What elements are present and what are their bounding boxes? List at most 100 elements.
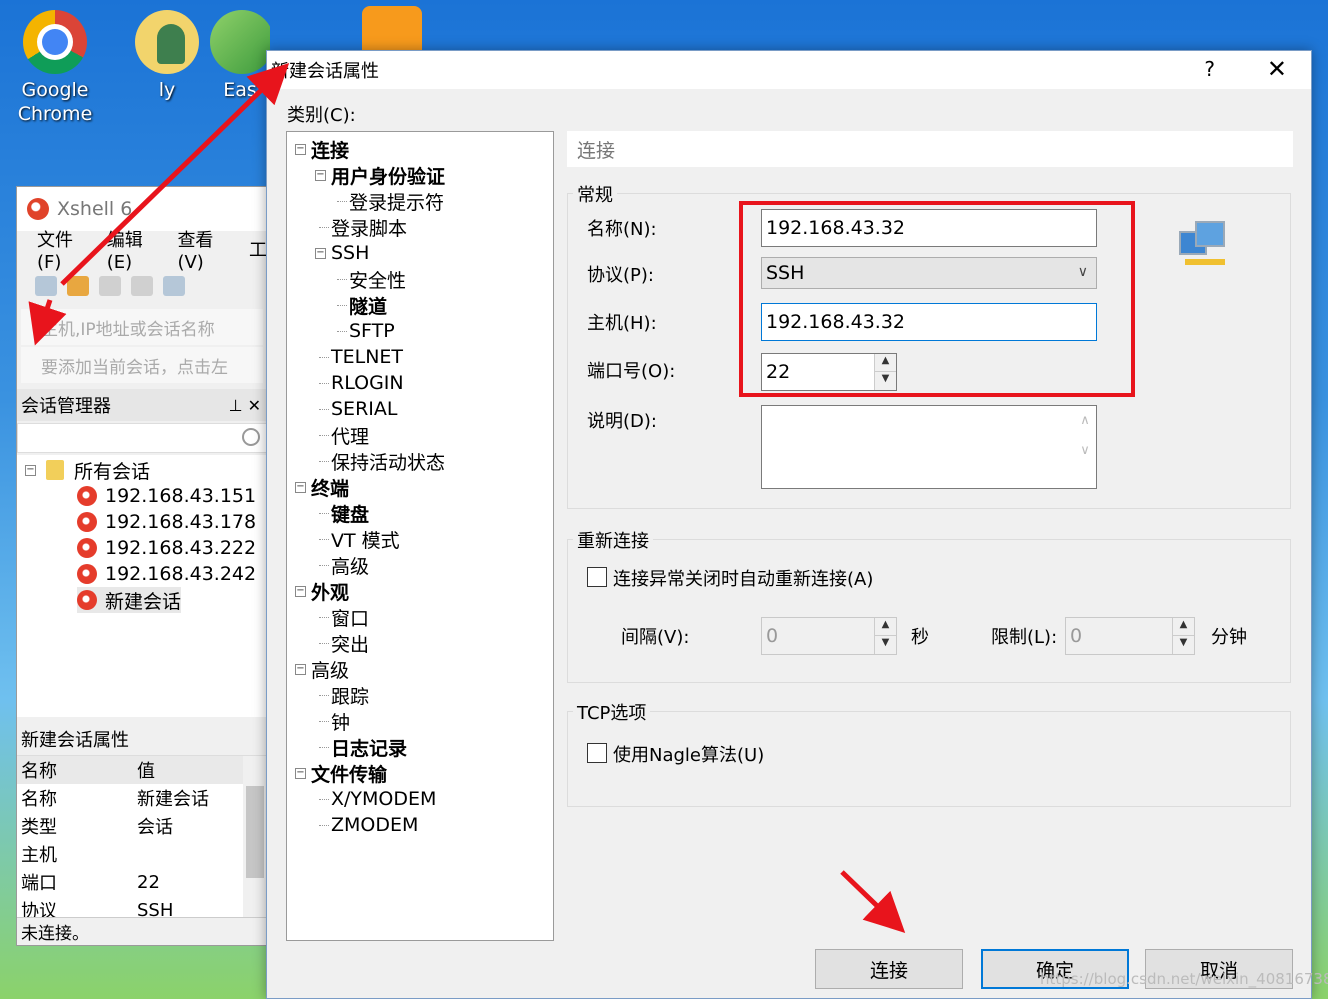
category-item[interactable]: 隧道 xyxy=(349,292,387,318)
category-item[interactable]: 登录提示符 xyxy=(349,188,444,214)
hint-bar: 要添加当前会话，点击左 xyxy=(21,347,263,383)
name-label: 名称(N): xyxy=(587,219,657,240)
close-button[interactable]: ✕ xyxy=(1267,55,1287,83)
desktop-icon-easy[interactable]: Eas xyxy=(210,10,270,102)
category-item[interactable]: 终端 xyxy=(311,474,349,500)
collapse-icon[interactable]: − xyxy=(295,586,306,597)
tree-root[interactable]: − 所有会话 xyxy=(25,457,150,483)
collapse-icon[interactable]: − xyxy=(295,664,306,675)
reconnect-icon[interactable] xyxy=(99,276,121,296)
status-bar: 未连接。 xyxy=(17,917,267,945)
category-item[interactable]: RLOGIN xyxy=(331,370,404,396)
open-folder-icon[interactable] xyxy=(67,276,89,296)
spin-down-icon[interactable]: ▼ xyxy=(1173,636,1194,654)
help-button[interactable]: ? xyxy=(1204,57,1215,81)
address-bar[interactable]: 主机,IP地址或会话名称 xyxy=(21,309,263,345)
limit-value: 0 xyxy=(1070,625,1083,647)
category-item[interactable]: 日志记录 xyxy=(331,734,407,760)
category-item[interactable]: 键盘 xyxy=(331,500,369,526)
easy-app-icon xyxy=(210,10,270,74)
folder-icon xyxy=(46,460,64,480)
interval-input[interactable]: 0 ▲ ▼ xyxy=(761,617,897,655)
disconnect-icon[interactable] xyxy=(131,276,153,296)
collapse-icon[interactable]: − xyxy=(295,768,306,779)
category-item[interactable]: ZMODEM xyxy=(331,812,418,838)
spin-up-icon[interactable]: ▲ xyxy=(1173,618,1194,636)
props-scrollbar[interactable] xyxy=(243,756,267,924)
category-item[interactable]: 高级 xyxy=(331,552,369,578)
collapse-icon[interactable]: − xyxy=(315,248,326,259)
category-item[interactable]: 安全性 xyxy=(349,266,406,292)
prop-key: 主机 xyxy=(21,845,57,866)
session-icon xyxy=(77,512,97,532)
scroll-thumb[interactable] xyxy=(246,786,264,878)
tree-connector xyxy=(319,409,329,410)
session-manager-title: 会话管理器 xyxy=(21,396,111,417)
category-item[interactable]: 突出 xyxy=(331,630,369,656)
session-item-selected[interactable]: 新建会话 xyxy=(77,587,182,613)
session-item[interactable]: 192.168.43.222 xyxy=(77,535,256,561)
desktop-icon-chrome[interactable]: Google Chrome xyxy=(10,10,100,126)
category-item[interactable]: TELNET xyxy=(331,344,403,370)
pin-close-icons[interactable]: ⊥ ✕ xyxy=(229,396,261,415)
menu-edit[interactable]: 编辑(E) xyxy=(107,226,164,273)
col-name: 名称 xyxy=(21,761,57,782)
host-label: 主机(H): xyxy=(587,313,657,334)
description-textarea[interactable]: ∧ ∨ xyxy=(761,405,1097,489)
limit-spinner[interactable]: ▲ ▼ xyxy=(1172,618,1194,654)
session-item[interactable]: 192.168.43.242 xyxy=(77,561,256,587)
interval-spinner[interactable]: ▲ ▼ xyxy=(874,618,896,654)
category-item[interactable]: 用户身份验证 xyxy=(331,162,445,188)
session-item[interactable]: 192.168.43.178 xyxy=(77,509,256,535)
app-icon[interactable] xyxy=(362,6,422,50)
collapse-icon[interactable]: − xyxy=(295,482,306,493)
category-item[interactable]: SFTP xyxy=(349,318,395,344)
dialog-title: 新建会话属性 xyxy=(271,61,379,82)
category-item[interactable]: 跟踪 xyxy=(331,682,369,708)
desktop-icon-ly[interactable]: ly xyxy=(122,10,212,102)
menu-view[interactable]: 查看(V) xyxy=(177,226,235,273)
textarea-scrollbar[interactable]: ∧ ∨ xyxy=(1074,406,1096,488)
category-item[interactable]: 高级 xyxy=(311,656,349,682)
tree-connector xyxy=(319,617,329,618)
category-item[interactable]: X/YMODEM xyxy=(331,786,436,812)
table-row: 端口 22 xyxy=(17,868,267,896)
auto-reconnect-checkbox[interactable] xyxy=(587,567,607,587)
spin-up-icon[interactable]: ▲ xyxy=(875,618,896,636)
category-item[interactable]: 登录脚本 xyxy=(331,214,407,240)
limit-input[interactable]: 0 ▲ ▼ xyxy=(1065,617,1195,655)
connect-button[interactable]: 连接 xyxy=(815,949,963,989)
category-item[interactable]: 保持活动状态 xyxy=(331,448,445,474)
new-session-icon[interactable] xyxy=(35,276,57,296)
category-item[interactable]: 钟 xyxy=(331,708,350,734)
category-item[interactable]: VT 模式 xyxy=(331,526,400,552)
menu-tools[interactable]: 工 xyxy=(249,236,267,262)
collapse-icon[interactable]: − xyxy=(295,144,306,155)
category-item[interactable]: SSH xyxy=(331,240,369,266)
category-item[interactable]: 外观 xyxy=(311,578,349,604)
highlight-box xyxy=(739,201,1135,397)
nagle-checkbox[interactable] xyxy=(587,743,607,763)
properties-table: 名称 值 名称 新建会话 类型 会话 主机 端口 22 协议 SSH xyxy=(17,755,267,924)
category-item[interactable]: 代理 xyxy=(331,422,369,448)
network-computer-icon xyxy=(1179,221,1229,267)
category-item[interactable]: 文件传输 xyxy=(311,760,387,786)
menu-file[interactable]: 文件(F) xyxy=(37,226,93,273)
category-item[interactable]: 窗口 xyxy=(331,604,369,630)
properties-icon[interactable] xyxy=(163,276,185,296)
category-item[interactable]: 连接 xyxy=(311,136,349,162)
xshell-title: Xshell 6 xyxy=(57,198,133,220)
tree-connector xyxy=(319,357,329,358)
interval-label: 间隔(V): xyxy=(621,627,690,648)
category-item[interactable]: SERIAL xyxy=(331,396,397,422)
collapse-icon[interactable]: − xyxy=(25,464,36,476)
session-icon xyxy=(77,590,97,610)
spin-down-icon[interactable]: ▼ xyxy=(875,636,896,654)
category-tree: − 连接 − 用户身份验证 登录提示符 登录脚本 − SSH 安全性 隧道 SFTP TELNET RL… xyxy=(286,131,554,941)
session-icon xyxy=(77,538,97,558)
collapse-icon[interactable]: − xyxy=(315,170,326,181)
session-label: 新建会话 xyxy=(105,590,182,613)
port-label: 端口号(O): xyxy=(587,361,676,382)
session-item[interactable]: 192.168.43.151 xyxy=(77,483,256,509)
session-search-input[interactable] xyxy=(17,423,267,453)
